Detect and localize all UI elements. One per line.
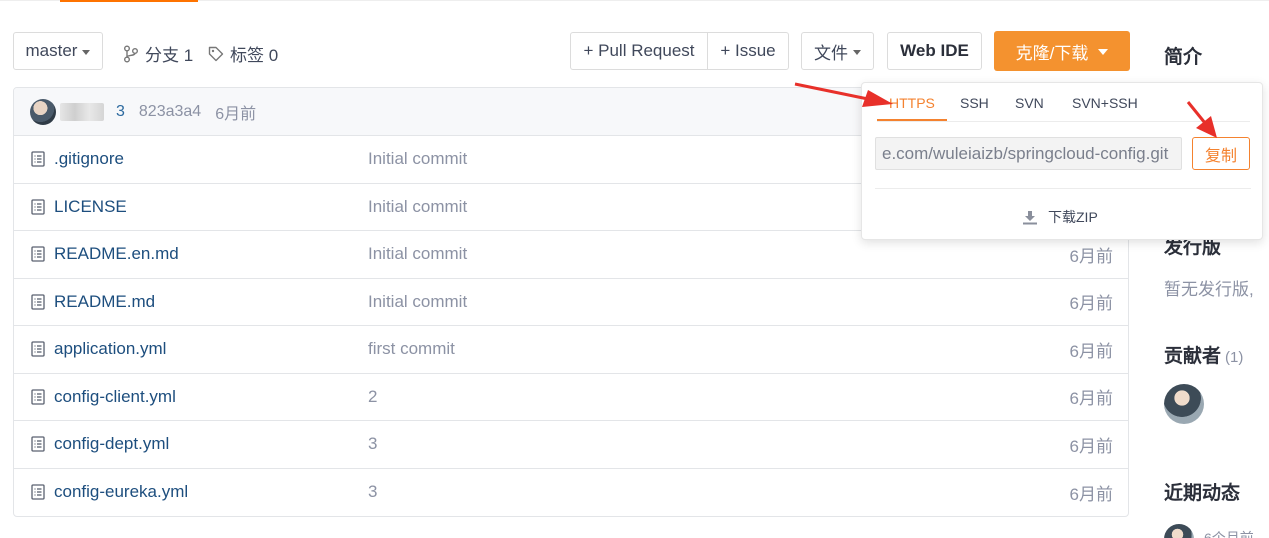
commit-time: 6月前 [215,105,257,123]
tab-https[interactable]: HTTPS [889,95,935,111]
commit-message[interactable]: 3 [116,103,125,121]
file-name-link[interactable]: application.yml [54,339,166,359]
file-commit-message[interactable]: Initial commit [368,292,467,312]
file-icon [31,436,45,452]
branches-link[interactable]: 分支 1 [123,41,193,66]
download-zip-link[interactable]: 下载ZIP [1022,207,1098,227]
branch-label: master [25,41,78,60]
branches-count: 分支 1 [145,46,194,65]
file-commit-message[interactable]: 3 [368,434,377,454]
file-name-link[interactable]: README.en.md [54,244,179,264]
file-name-link[interactable]: LICENSE [54,197,127,217]
file-menu-label: 文件 [814,43,848,63]
clone-url-value: e.com/wuleiaizb/springcloud-config.git [882,144,1169,163]
contributors-heading: 贡献者 (1) [1164,341,1243,368]
file-commit-message[interactable]: Initial commit [368,197,467,217]
new-issue-button[interactable]: + Issue [708,33,788,69]
commit-hash[interactable]: 823a3a4 [139,103,201,121]
activity-time: 6个月前 [1204,530,1254,538]
chevron-down-icon [82,49,91,55]
active-tab-indicator [60,0,198,2]
file-commit-message[interactable]: 3 [368,482,377,502]
pr-issue-group: + Pull Request + Issue [570,32,789,70]
panel-divider [875,188,1251,189]
file-icon [31,151,45,167]
file-commit-message[interactable]: 2 [368,387,377,407]
activity-avatar[interactable] [1164,524,1194,538]
table-row: config-client.yml 2 6月前 [14,374,1128,421]
active-tab-underline [877,119,947,121]
tag-icon [208,46,224,61]
file-commit-message[interactable]: first commit [368,339,455,359]
avatar[interactable] [30,98,56,125]
clone-download-label: 克隆/下载 [1015,43,1089,63]
file-name-link[interactable]: .gitignore [54,149,124,169]
file-name-link[interactable]: config-eureka.yml [54,482,188,502]
file-commit-time: 6月前 [1069,341,1113,361]
copy-button[interactable]: 复制 [1192,137,1250,170]
file-icon [31,199,45,215]
file-icon [31,389,45,405]
file-commit-time: 6月前 [1069,436,1113,456]
releases-empty-text: 暂无发行版, [1164,280,1254,299]
table-row: config-eureka.yml 3 6月前 [14,469,1128,517]
clone-dropdown-panel: HTTPS SSH SVN SVN+SSH e.com/wuleiaizb/sp… [861,82,1263,240]
file-icon [31,341,45,357]
file-name-link[interactable]: config-dept.yml [54,434,169,454]
tab-svn[interactable]: SVN [1015,95,1044,111]
file-icon [31,246,45,262]
file-commit-message[interactable]: Initial commit [368,149,467,169]
branch-icon [124,45,138,62]
download-icon [1023,210,1037,224]
download-zip-label: 下载ZIP [1048,209,1098,225]
author-name-redacted [60,102,104,121]
file-icon [31,484,45,500]
file-icon [31,294,45,310]
table-row: config-dept.yml 3 6月前 [14,421,1128,469]
file-commit-time: 6月前 [1069,294,1113,314]
table-row: application.yml first commit 6月前 [14,326,1128,374]
web-ide-button[interactable]: Web IDE [887,32,982,70]
file-name-link[interactable]: config-client.yml [54,387,176,407]
file-name-link[interactable]: README.md [54,292,155,312]
clone-download-button[interactable]: 克隆/下载 [994,31,1130,71]
new-pull-request-button[interactable]: + Pull Request [571,33,708,69]
contributor-avatar[interactable] [1164,384,1204,424]
contributors-count: (1) [1225,349,1244,366]
intro-heading: 简介 [1164,47,1203,68]
table-row: README.md Initial commit 6月前 [14,279,1128,326]
tags-count: 标签 0 [230,46,279,65]
activity-heading: 近期动态 [1164,483,1241,504]
file-commit-time: 6月前 [1069,246,1113,266]
tab-svn-ssh[interactable]: SVN+SSH [1072,95,1138,111]
file-commit-time: 6月前 [1069,389,1113,409]
branch-select[interactable]: master [13,32,103,70]
file-commit-time: 6月前 [1069,484,1113,504]
clone-url-field[interactable]: e.com/wuleiaizb/springcloud-config.git [875,137,1182,170]
tabs-divider [877,121,1250,122]
contributors-title: 贡献者 [1164,346,1222,367]
tags-link[interactable]: 标签 0 [208,41,278,66]
chevron-down-icon [853,49,861,55]
file-commit-message[interactable]: Initial commit [368,244,467,264]
file-menu-button[interactable]: 文件 [801,32,874,70]
tab-ssh[interactable]: SSH [960,95,989,111]
chevron-down-icon [1098,49,1109,55]
